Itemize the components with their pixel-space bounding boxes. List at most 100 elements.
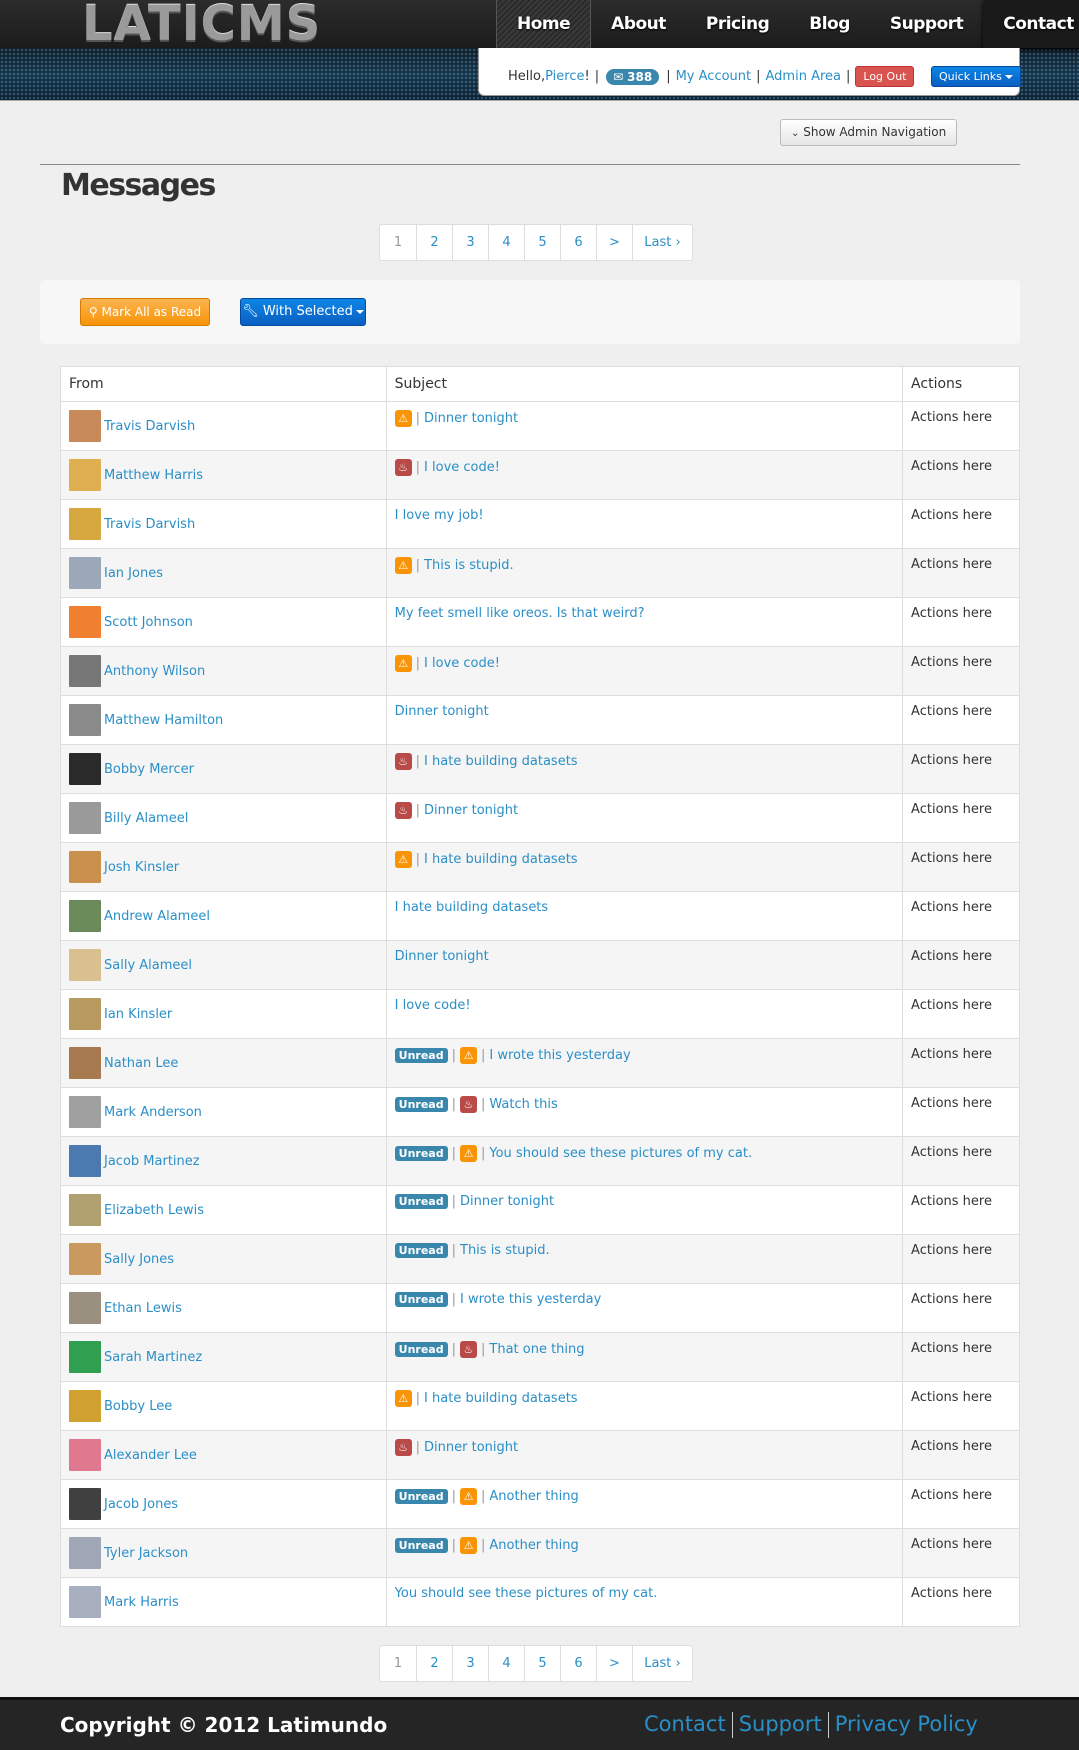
page-next[interactable]: >	[597, 1646, 633, 1681]
logout-button[interactable]: Log Out	[855, 66, 915, 87]
avatar[interactable]	[69, 1341, 101, 1373]
page-last[interactable]: Last ›	[633, 225, 692, 260]
sender-link[interactable]: Scott Johnson	[104, 615, 193, 630]
table-row[interactable]: Matthew Hamilton Dinner tonight Actions he…	[60, 695, 1020, 745]
page-4[interactable]: 4	[489, 1646, 525, 1681]
avatar[interactable]	[69, 655, 101, 687]
subject-link[interactable]: This is stupid.	[460, 1243, 550, 1258]
sender-link[interactable]: Jacob Martinez	[104, 1154, 200, 1169]
table-row[interactable]: Alexander Lee ♨ | Dinner tonight Actions her…	[60, 1430, 1020, 1480]
avatar[interactable]	[69, 410, 101, 442]
subject-link[interactable]: I wrote this yesterday	[460, 1292, 601, 1307]
avatar[interactable]	[69, 557, 101, 589]
table-row[interactable]: Mark Anderson Unread | ♨ | Watch this Actions …	[60, 1087, 1020, 1137]
avatar[interactable]	[69, 459, 101, 491]
sender-link[interactable]: Ian Jones	[104, 566, 163, 581]
page-5[interactable]: 5	[525, 225, 561, 260]
page-5[interactable]: 5	[525, 1646, 561, 1681]
sender-link[interactable]: Sarah Martinez	[104, 1350, 202, 1365]
sender-link[interactable]: Elizabeth Lewis	[104, 1203, 204, 1218]
show-admin-navigation-button[interactable]: ⌄ Show Admin Navigation	[780, 119, 958, 146]
subject-link[interactable]: Dinner tonight	[424, 1440, 518, 1455]
table-row[interactable]: Bobby Mercer ♨ | I hate building datasets Ac…	[60, 744, 1020, 794]
table-row[interactable]: Travis Darvish I love my job! Actions here	[60, 499, 1020, 549]
sender-link[interactable]: Mark Anderson	[104, 1105, 202, 1120]
avatar[interactable]	[69, 606, 101, 638]
page-last[interactable]: Last ›	[633, 1646, 692, 1681]
avatar[interactable]	[69, 1145, 101, 1177]
table-row[interactable]: Ethan Lewis Unread | I wrote this yesterday…	[60, 1283, 1020, 1333]
nav-pricing[interactable]: Pricing	[686, 0, 789, 48]
sender-link[interactable]: Alexander Lee	[104, 1448, 197, 1463]
nav-contact[interactable]: Contact	[983, 0, 1079, 48]
sender-link[interactable]: Nathan Lee	[104, 1056, 178, 1071]
sender-link[interactable]: Billy Alameel	[104, 811, 188, 826]
subject-link[interactable]: I love code!	[424, 656, 500, 671]
page-next[interactable]: >	[597, 225, 633, 260]
table-row[interactable]: Sally Alameel Dinner tonight Actions here	[60, 940, 1020, 990]
sender-link[interactable]: Bobby Mercer	[104, 762, 194, 777]
table-row[interactable]: Mark Harris You should see these pictures…	[60, 1577, 1020, 1627]
page-6[interactable]: 6	[561, 225, 597, 260]
sender-link[interactable]: Josh Kinsler	[104, 860, 179, 875]
table-row[interactable]: Billy Alameel ♨ | Dinner tonight Actions her…	[60, 793, 1020, 843]
avatar[interactable]	[69, 1439, 101, 1471]
avatar[interactable]	[69, 851, 101, 883]
page-2[interactable]: 2	[417, 225, 453, 260]
avatar[interactable]	[69, 1047, 101, 1079]
table-row[interactable]: Elizabeth Lewis Unread | Dinner tonight Acti…	[60, 1185, 1020, 1235]
admin-area-link[interactable]: Admin Area	[766, 69, 841, 84]
avatar[interactable]	[69, 753, 101, 785]
avatar[interactable]	[69, 704, 101, 736]
avatar[interactable]	[69, 1194, 101, 1226]
subject-link[interactable]: I hate building datasets	[424, 1391, 578, 1406]
avatar[interactable]	[69, 1586, 101, 1618]
avatar[interactable]	[69, 1537, 101, 1569]
table-row[interactable]: Scott Johnson My feet smell like oreos. I…	[60, 597, 1020, 647]
table-row[interactable]: Ian Jones ⚠ | This is stupid. Actions here	[60, 548, 1020, 598]
subject-link[interactable]: This is stupid.	[424, 558, 514, 573]
avatar[interactable]	[69, 1488, 101, 1520]
nav-blog[interactable]: Blog	[789, 0, 870, 48]
avatar[interactable]	[69, 1243, 101, 1275]
subject-link[interactable]: I hate building datasets	[395, 900, 549, 915]
quick-links-button[interactable]: Quick Links	[931, 66, 1021, 87]
avatar[interactable]	[69, 1390, 101, 1422]
sender-link[interactable]: Mark Harris	[104, 1595, 179, 1610]
avatar[interactable]	[69, 998, 101, 1030]
table-row[interactable]: Jacob Martinez Unread | ⚠ | You should see th…	[60, 1136, 1020, 1186]
sender-link[interactable]: Sally Jones	[104, 1252, 174, 1267]
sender-link[interactable]: Bobby Lee	[104, 1399, 172, 1414]
page-6[interactable]: 6	[561, 1646, 597, 1681]
table-row[interactable]: Tyler Jackson Unread | ⚠ | Another thing Actio…	[60, 1528, 1020, 1578]
footer-link-contact[interactable]: Contact	[640, 1712, 730, 1738]
avatar[interactable]	[69, 802, 101, 834]
sender-link[interactable]: Tyler Jackson	[104, 1546, 188, 1561]
nav-support[interactable]: Support	[870, 0, 983, 48]
page-3[interactable]: 3	[453, 1646, 489, 1681]
sender-link[interactable]: Anthony Wilson	[104, 664, 205, 679]
footer-link-privacy-policy[interactable]: Privacy Policy	[831, 1712, 982, 1738]
messages-badge[interactable]: ✉ 388	[606, 68, 660, 85]
user-name-link[interactable]: Pierce	[545, 69, 584, 84]
subject-link[interactable]: You should see these pictures of my cat.	[489, 1146, 752, 1161]
column-header-from[interactable]: From	[60, 366, 387, 402]
avatar[interactable]	[69, 1292, 101, 1324]
subject-link[interactable]: Another thing	[489, 1489, 578, 1504]
sender-link[interactable]: Ethan Lewis	[104, 1301, 182, 1316]
table-row[interactable]: Ian Kinsler I love code! Actions here	[60, 989, 1020, 1039]
subject-link[interactable]: Dinner tonight	[460, 1194, 554, 1209]
subject-link[interactable]: I love code!	[395, 998, 471, 1013]
mark-all-read-button[interactable]: ⚲ Mark All as Read	[80, 298, 210, 326]
subject-link[interactable]: Dinner tonight	[395, 949, 489, 964]
table-row[interactable]: Sarah Martinez Unread | ♨ | That one thing Act…	[60, 1332, 1020, 1382]
subject-link[interactable]: That one thing	[489, 1342, 584, 1357]
subject-link[interactable]: I love code!	[424, 460, 500, 475]
table-row[interactable]: Nathan Lee Unread | ⚠ | I wrote this yesterda…	[60, 1038, 1020, 1088]
avatar[interactable]	[69, 508, 101, 540]
site-logo[interactable]: LATICMS	[82, 0, 321, 52]
avatar[interactable]	[69, 949, 101, 981]
nav-about[interactable]: About	[591, 0, 686, 48]
table-row[interactable]: Andrew Alameel I hate building datasets Ac…	[60, 891, 1020, 941]
sender-link[interactable]: Matthew Harris	[104, 468, 203, 483]
